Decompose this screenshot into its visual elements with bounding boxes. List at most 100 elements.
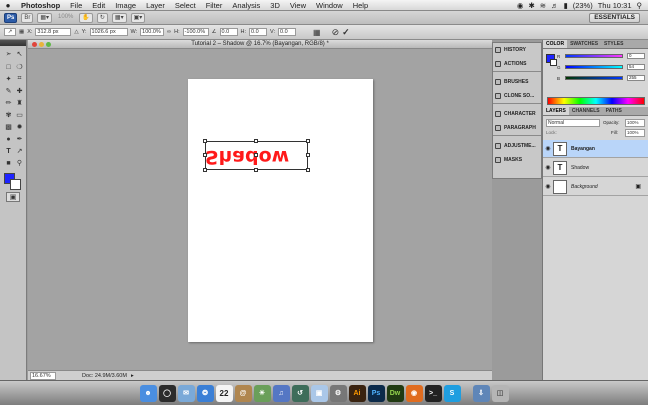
visibility-eye-icon[interactable]: ◉ xyxy=(543,183,553,190)
link-icon[interactable]: ∞ xyxy=(167,29,171,35)
terminal-icon[interactable]: >_ xyxy=(424,384,442,402)
transform-handle-t[interactable] xyxy=(254,139,258,143)
dashboard-icon[interactable]: ◯ xyxy=(158,384,176,402)
transform-handle-b[interactable] xyxy=(254,168,258,172)
zoom-tool-icon[interactable]: ⚲ xyxy=(14,158,25,168)
zoom-window-icon[interactable] xyxy=(46,42,51,47)
magic-wand-icon[interactable]: ✦ xyxy=(3,74,14,84)
opacity-field[interactable]: 100% xyxy=(625,119,645,127)
blue-slider[interactable] xyxy=(565,76,623,80)
actions-panel-button[interactable]: ACTIONS xyxy=(493,57,541,71)
firefox-icon[interactable]: ◉ xyxy=(405,384,423,402)
screen-mode-button[interactable]: ▣▾ xyxy=(130,12,146,23)
green-value-field[interactable]: 54 xyxy=(627,64,645,70)
menu-layer[interactable]: Layer xyxy=(141,1,170,10)
visibility-eye-icon[interactable]: ◉ xyxy=(543,145,553,152)
adjustments-panel-button[interactable]: ADJUSTME... xyxy=(493,139,541,153)
launch-bridge-button[interactable]: Br xyxy=(21,12,34,23)
reference-point-icon[interactable]: ▦ xyxy=(19,29,24,35)
commit-transform-icon[interactable]: ✓ xyxy=(342,27,350,38)
menu-image[interactable]: Image xyxy=(110,1,141,10)
wifi-icon[interactable]: ≋ xyxy=(540,1,546,10)
masks-panel-button[interactable]: MASKS xyxy=(493,153,541,167)
eraser-tool-icon[interactable]: ▭ xyxy=(14,110,25,120)
app-menu[interactable]: Photoshop xyxy=(16,1,65,10)
zoom-percent-field[interactable]: 16.67% xyxy=(30,371,56,380)
menu-select[interactable]: Select xyxy=(170,1,201,10)
warp-mode-icon[interactable]: ▦ xyxy=(313,28,321,37)
height-percent-field[interactable]: -100.0% xyxy=(182,28,209,36)
time-machine-icon[interactable]: ↺ xyxy=(291,384,309,402)
color-panel-background-swatch[interactable] xyxy=(550,59,557,66)
iphoto-icon[interactable]: ☀ xyxy=(253,384,271,402)
blend-mode-select[interactable]: Normal xyxy=(546,119,600,127)
tab-channels[interactable]: CHANNELS xyxy=(569,107,603,115)
downloads-stack-icon[interactable]: ⇩ xyxy=(472,384,490,402)
finder-icon[interactable]: ☻ xyxy=(139,384,157,402)
clock[interactable]: Thu 10:31 xyxy=(598,1,632,10)
photoshop-icon[interactable]: Ps xyxy=(367,384,385,402)
eyedropper-icon[interactable]: ✎ xyxy=(3,86,14,96)
document-size-info[interactable]: Doc: 24.9M/3.60M xyxy=(82,373,127,379)
system-preferences-icon[interactable]: ⚙ xyxy=(329,384,347,402)
type-tool-icon[interactable]: T xyxy=(3,146,14,156)
tools-panel-grip[interactable] xyxy=(0,40,26,46)
arrange-documents-button[interactable]: ▦▾ xyxy=(111,12,127,23)
history-panel-button[interactable]: HISTORY xyxy=(493,43,541,57)
selection-arrow-icon[interactable]: ↖ xyxy=(14,49,25,59)
y-position-field[interactable]: 1026.6 px xyxy=(89,28,128,36)
dreamweaver-icon[interactable]: Dw xyxy=(386,384,404,402)
tab-layers[interactable]: LAYERS xyxy=(543,107,569,115)
healing-brush-icon[interactable]: ✚ xyxy=(14,86,25,96)
dodge-tool-icon[interactable]: ● xyxy=(3,134,14,144)
rotate-angle-field[interactable]: 0.0 xyxy=(219,28,238,36)
transform-handle-tr[interactable] xyxy=(306,139,310,143)
vertical-skew-field[interactable]: 0.0 xyxy=(278,28,297,36)
bluetooth-icon[interactable]: ✱ xyxy=(528,1,534,10)
menu-3d[interactable]: 3D xyxy=(265,1,285,10)
itunes-icon[interactable]: ♫ xyxy=(272,384,290,402)
transform-bounding-box[interactable] xyxy=(203,139,310,172)
crop-tool-icon[interactable]: ⌗ xyxy=(14,74,25,84)
blue-value-field[interactable]: 255 xyxy=(627,75,645,81)
address-book-icon[interactable]: @ xyxy=(234,384,252,402)
hand-tool-button[interactable]: ✋ xyxy=(79,12,93,23)
delta-icon[interactable]: △ xyxy=(74,29,78,35)
status-menu-icon[interactable]: ▸ xyxy=(131,373,134,379)
menu-filter[interactable]: Filter xyxy=(201,1,228,10)
trash-icon[interactable]: ◫ xyxy=(491,384,509,402)
mail-icon[interactable]: ✉ xyxy=(177,384,195,402)
view-extras-button[interactable]: ▦▾ xyxy=(37,12,53,23)
clone-source-panel-button[interactable]: CLONE SO... xyxy=(493,89,541,103)
visibility-eye-icon[interactable]: ◉ xyxy=(543,164,553,171)
red-value-field[interactable]: 0 xyxy=(627,53,645,59)
menu-file[interactable]: File xyxy=(65,1,87,10)
red-slider[interactable] xyxy=(565,54,623,58)
transform-handle-bl[interactable] xyxy=(203,168,207,172)
fill-field[interactable]: 100% xyxy=(625,129,645,137)
zoom-level-dropdown[interactable]: 100% xyxy=(56,13,75,23)
tab-color[interactable]: COLOR xyxy=(543,40,568,48)
tab-styles[interactable]: STYLES xyxy=(601,40,626,48)
transform-handle-r[interactable] xyxy=(306,153,310,157)
skype-icon[interactable]: S xyxy=(443,384,461,402)
menu-window[interactable]: Window xyxy=(311,1,348,10)
menu-analysis[interactable]: Analysis xyxy=(227,1,265,10)
menu-edit[interactable]: Edit xyxy=(87,1,110,10)
spotlight-icon[interactable]: ⚲ xyxy=(637,1,643,10)
brush-tool-icon[interactable]: ✏ xyxy=(3,98,14,108)
safari-icon[interactable]: ❂ xyxy=(196,384,214,402)
blur-tool-icon[interactable]: ✹ xyxy=(14,122,25,132)
shape-tool-icon[interactable]: ■ xyxy=(3,158,14,168)
document-canvas[interactable] xyxy=(188,79,373,342)
rotate-view-button[interactable]: ↻ xyxy=(96,12,108,23)
brushes-panel-button[interactable]: BRUSHES xyxy=(493,75,541,89)
tab-swatches[interactable]: SWATCHES xyxy=(567,40,601,48)
green-slider[interactable] xyxy=(565,65,623,69)
volume-icon[interactable]: ♬ xyxy=(551,1,559,10)
tool-preset-icon[interactable]: ↗ xyxy=(4,28,16,36)
preview-icon[interactable]: ▣ xyxy=(310,384,328,402)
transform-handle-br[interactable] xyxy=(306,168,310,172)
status-icon-a[interactable]: ◉ xyxy=(517,1,524,10)
layer-row-bayangan[interactable]: ◉ T Bayangan xyxy=(543,140,648,158)
